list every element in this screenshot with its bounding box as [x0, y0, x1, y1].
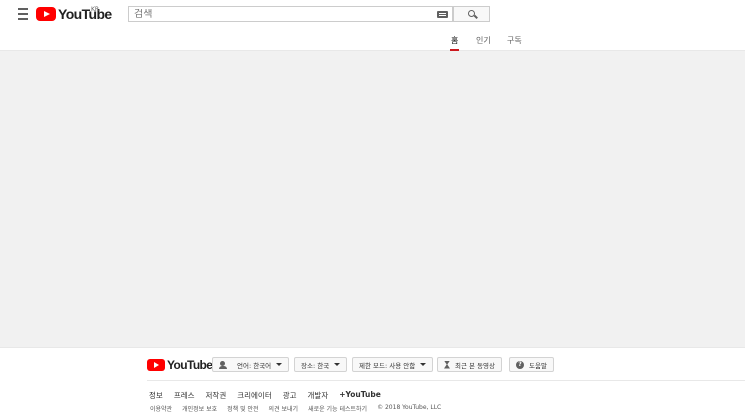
footer-link-privacy[interactable]: 개인정보 보호	[182, 404, 217, 413]
footer-link-terms[interactable]: 이용약관	[150, 404, 172, 413]
tab-trending[interactable]: 인기	[476, 35, 491, 46]
copyright-text: © 2018 YouTube, LLC	[377, 404, 442, 411]
menu-icon[interactable]	[15, 8, 31, 20]
footer-link-developers[interactable]: 개발자	[308, 390, 329, 401]
feed-tabs: 홈 인기 구독	[0, 28, 745, 51]
history-button[interactable]: 최근 본 동영상	[437, 357, 503, 372]
footer-link-policy-safety[interactable]: 정책 및 안전	[227, 404, 258, 413]
chevron-down-icon	[276, 363, 283, 366]
history-icon	[444, 360, 450, 369]
keyboard-icon[interactable]	[437, 11, 448, 18]
search-button[interactable]	[453, 6, 490, 22]
chevron-down-icon	[420, 363, 427, 366]
footer: YouTube 언어: 한국어 장소: 한국 제한 모드: 사용 안함 최근 본…	[0, 347, 745, 419]
chevron-down-icon	[334, 363, 341, 366]
location-button[interactable]: 장소: 한국	[294, 357, 348, 372]
footer-link-press[interactable]: 프레스	[174, 390, 195, 401]
footer-link-copyright[interactable]: 저작권	[206, 390, 227, 401]
footer-link-plus-youtube[interactable]: +YouTube	[339, 390, 381, 401]
footer-link-creators[interactable]: 크리에이터	[237, 390, 272, 401]
language-button[interactable]: 언어: 한국어	[212, 357, 290, 372]
footer-primary-links: 정보 프레스 저작권 크리에이터 광고 개발자 +YouTube	[149, 390, 381, 401]
restricted-mode-button[interactable]: 제한 모드: 사용 안함	[352, 357, 434, 372]
search-box	[128, 6, 453, 22]
tab-subscriptions[interactable]: 구독	[507, 35, 522, 46]
help-button[interactable]: ? 도움말	[509, 357, 554, 372]
history-label: 최근 본 동영상	[455, 361, 496, 370]
language-icon	[219, 360, 231, 369]
language-label: 언어: 한국어	[237, 361, 272, 370]
footer-logo-text: YouTube	[167, 358, 213, 372]
help-icon: ?	[516, 360, 524, 369]
country-code: KR	[91, 6, 100, 13]
logo-text: YouTube	[58, 6, 112, 22]
footer-secondary-links: 이용약관 개인정보 보호 정책 및 안전 의견 보내기 새로운 기능 테스트하기…	[150, 404, 441, 413]
footer-divider	[147, 380, 745, 381]
tab-home[interactable]: 홈	[449, 35, 460, 51]
main-content	[0, 51, 745, 347]
footer-link-about[interactable]: 정보	[149, 390, 163, 401]
youtube-logo-icon	[147, 359, 165, 371]
location-label: 장소: 한국	[301, 361, 330, 370]
footer-link-feedback[interactable]: 의견 보내기	[269, 404, 299, 413]
footer-logo[interactable]: YouTube	[147, 358, 213, 372]
footer-link-test-features[interactable]: 새로운 기능 테스트하기	[308, 404, 367, 413]
search-input[interactable]	[134, 8, 434, 20]
restricted-mode-label: 제한 모드: 사용 안함	[359, 361, 416, 370]
youtube-logo[interactable]: YouTube	[36, 6, 112, 22]
youtube-logo-icon	[36, 7, 56, 21]
help-label: 도움말	[529, 361, 547, 370]
masthead: YouTube KR	[0, 0, 745, 28]
footer-link-advertise[interactable]: 광고	[283, 390, 297, 401]
